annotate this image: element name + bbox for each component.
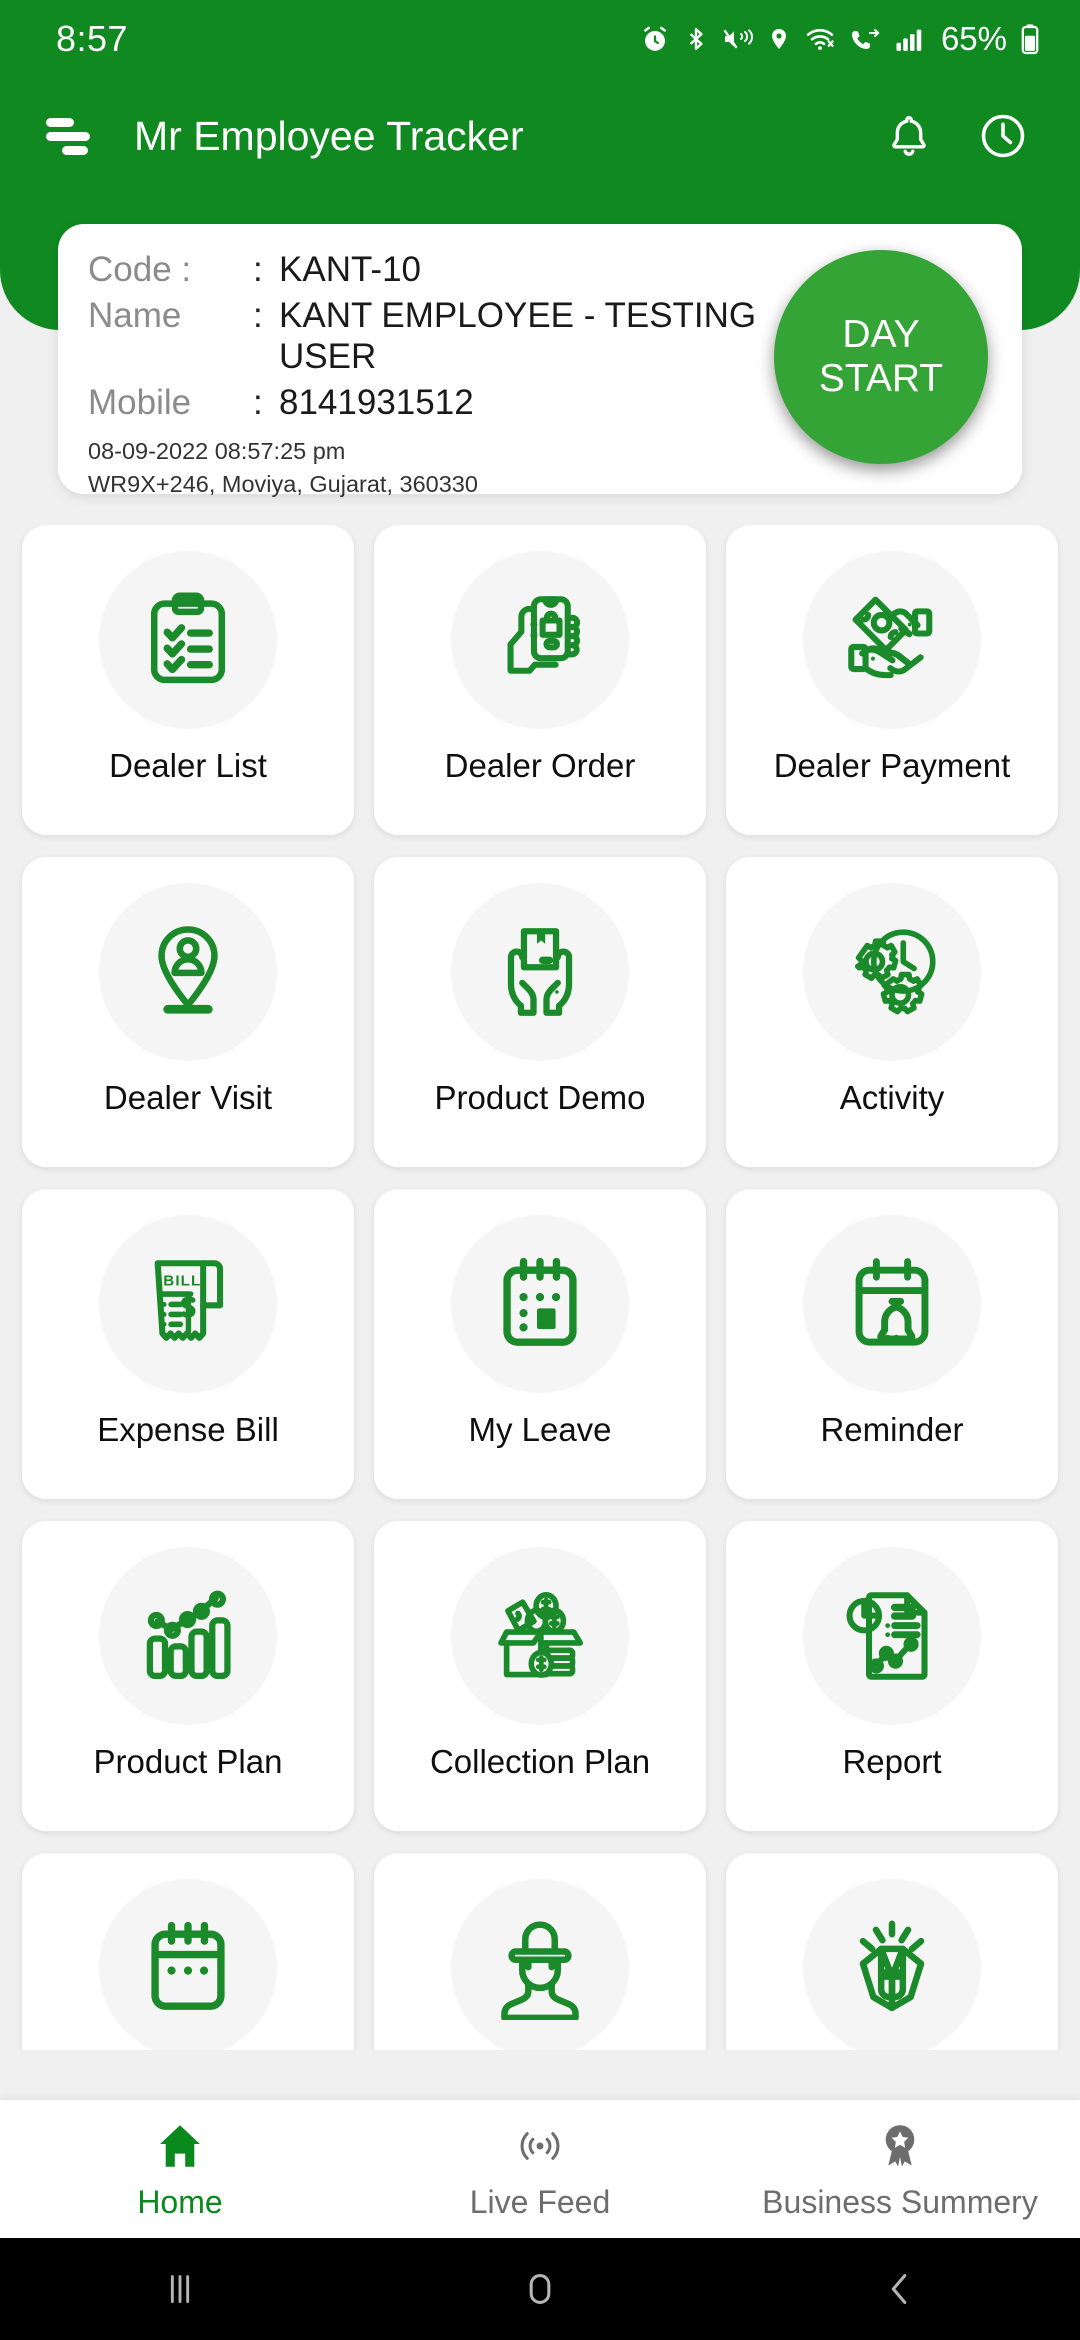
battery-icon	[1020, 23, 1040, 55]
info-sep-code: :	[253, 250, 263, 289]
broadcast-icon	[514, 2117, 566, 2175]
hands-cash-exchange-icon	[803, 551, 981, 729]
recent-apps-icon[interactable]	[0, 2266, 360, 2312]
calendar-dots-icon	[451, 1215, 629, 1393]
back-chevron-icon[interactable]	[720, 2266, 1080, 2312]
app-title: Mr Employee Tracker	[134, 112, 524, 159]
info-key-name: Name	[88, 295, 182, 335]
tile-label: Report	[842, 1743, 942, 1780]
tile-label: Activity	[839, 1079, 945, 1116]
app-bar: Mr Employee Tracker	[0, 78, 1080, 194]
bar-chart-trend-icon	[99, 1547, 277, 1725]
nav-label-home: Home	[137, 2184, 223, 2220]
app-bar-actions	[878, 105, 1034, 167]
battery-percent-label: 65%	[940, 20, 1007, 57]
tile-product-plan[interactable]: Product Plan	[22, 1521, 354, 1831]
status-time: 8:57	[56, 18, 129, 59]
employee-info-card: Code : : KANT-10 Name : KANT EMPLOYEE - …	[58, 224, 1022, 497]
tile-report[interactable]: Report	[726, 1521, 1058, 1831]
hamburger-icon[interactable]	[32, 100, 104, 172]
tile-dealer-order[interactable]: Dealer Order	[374, 525, 706, 835]
calendar-grid-icon	[99, 1879, 277, 2050]
tile-label: Expense Bill	[97, 1411, 279, 1448]
tile-label: Dealer Payment	[773, 747, 1011, 784]
hand-phone-shopping-icon	[451, 551, 629, 729]
money-box-icon	[451, 1547, 629, 1725]
nav-item-live-feed[interactable]: Live Feed	[360, 2117, 720, 2221]
nav-label-business-summery: Business Summery	[762, 2184, 1038, 2220]
tile-label: Dealer Order	[444, 747, 636, 784]
location-pin-person-icon	[99, 883, 277, 1061]
notification-bell-icon[interactable]	[878, 105, 940, 167]
location-icon	[767, 24, 791, 54]
tile-dealer-visit[interactable]: Dealer Visit	[22, 857, 354, 1167]
menu-grid: Dealer List Dealer Order Dealer Payment …	[22, 525, 1058, 2050]
call-forward-icon	[849, 24, 881, 54]
tile-label: Reminder	[820, 1411, 964, 1448]
info-sep-mobile: :	[253, 382, 263, 422]
tile-partial-person[interactable]	[374, 1853, 706, 2050]
clipboard-checklist-icon	[99, 551, 277, 729]
tile-label: Dealer List	[109, 747, 267, 784]
info-value-code: KANT-10	[279, 250, 421, 289]
menu-grid-scroll[interactable]: Dealer List Dealer Order Dealer Payment …	[0, 525, 1080, 2050]
calendar-bell-icon	[803, 1215, 981, 1393]
nav-item-business-summery[interactable]: Business Summery	[720, 2117, 1080, 2221]
android-navigation-bar	[0, 2238, 1080, 2340]
tile-my-leave[interactable]: My Leave	[374, 1189, 706, 1499]
info-address: WR9X+246, Moviya, Gujarat, 360330	[88, 471, 478, 498]
day-start-button[interactable]: DAY START	[774, 250, 988, 464]
day-start-line2: START	[818, 357, 944, 400]
tile-label: Product Plan	[93, 1743, 283, 1780]
tile-expense-bill[interactable]: BILL Expense Bill	[22, 1189, 354, 1499]
tile-label: Product Demo	[434, 1079, 646, 1116]
award-badge-icon	[874, 2117, 926, 2175]
svg-text:BILL: BILL	[163, 1272, 201, 1289]
nav-item-home[interactable]: Home	[0, 2117, 360, 2221]
history-clock-icon[interactable]	[972, 105, 1034, 167]
bottom-navigation: Home Live Feed Business Summery	[0, 2100, 1080, 2238]
mute-vibrate-icon	[722, 24, 754, 54]
tile-reminder[interactable]: Reminder	[726, 1189, 1058, 1499]
day-start-line1: DAY	[842, 313, 920, 357]
tile-label: My Leave	[468, 1411, 612, 1448]
tile-partial-calendar[interactable]	[22, 1853, 354, 2050]
bill-receipt-icon: BILL	[99, 1215, 277, 1393]
info-key-code: Code :	[88, 250, 192, 289]
hands-box-icon	[451, 883, 629, 1061]
wifi-icon	[804, 24, 836, 54]
tile-partial-clap[interactable]	[726, 1853, 1058, 2050]
report-document-icon	[803, 1547, 981, 1725]
bluetooth-icon	[683, 24, 709, 54]
tile-dealer-list[interactable]: Dealer List	[22, 525, 354, 835]
tile-label: Collection Plan	[429, 1743, 651, 1780]
signal-icon	[894, 24, 924, 54]
tile-collection-plan[interactable]: Collection Plan	[374, 1521, 706, 1831]
status-icon-tray: 65%	[640, 20, 1040, 58]
info-value-mobile: 8141931512	[279, 382, 474, 422]
info-value-name: KANT EMPLOYEE - TESTING USER	[279, 295, 757, 376]
gears-clock-icon	[803, 883, 981, 1061]
alarm-icon	[640, 24, 670, 54]
tile-activity[interactable]: Activity	[726, 857, 1058, 1167]
info-key-mobile: Mobile	[88, 382, 192, 422]
tile-label: Dealer Visit	[103, 1079, 273, 1116]
person-hat-icon	[451, 1879, 629, 2050]
tile-product-demo[interactable]: Product Demo	[374, 857, 706, 1167]
info-sep-name: :	[253, 295, 263, 335]
nav-label-live-feed: Live Feed	[469, 2184, 611, 2220]
home-circle-icon[interactable]	[360, 2266, 720, 2312]
tile-dealer-payment[interactable]: Dealer Payment	[726, 525, 1058, 835]
home-icon	[154, 2117, 206, 2175]
status-bar: 8:57 65%	[0, 0, 1080, 78]
clapping-hands-icon	[803, 1879, 981, 2050]
